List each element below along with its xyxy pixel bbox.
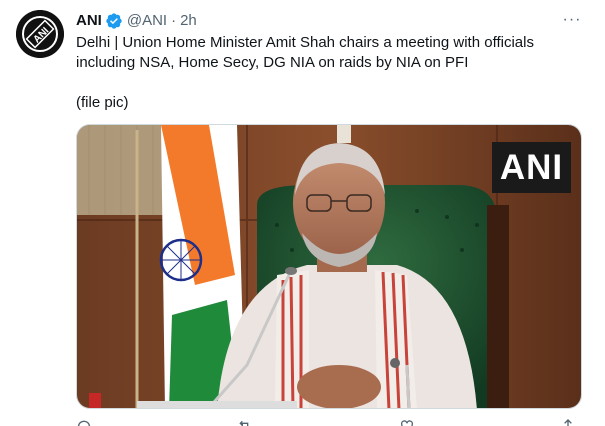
author-name[interactable]: ANI bbox=[76, 11, 102, 31]
share-icon[interactable] bbox=[560, 418, 576, 426]
tweet-text-line: Delhi | Union Home Minister Amit Shah ch… bbox=[76, 34, 534, 51]
tweet-timestamp[interactable]: 2h bbox=[180, 11, 197, 31]
more-options-icon[interactable]: ··· bbox=[560, 10, 584, 30]
tweet-text-line: (file pic) bbox=[76, 94, 129, 111]
tweet-actions bbox=[76, 418, 576, 426]
tweet-header: ANI @ANI · 2h bbox=[76, 11, 197, 31]
photo-scene bbox=[77, 125, 581, 408]
separator-dot: · bbox=[171, 12, 177, 29]
ani-logo-icon: ANI bbox=[16, 10, 64, 58]
like-icon[interactable] bbox=[399, 418, 415, 426]
verified-badge-icon bbox=[106, 13, 122, 29]
author-handle[interactable]: @ANI bbox=[127, 11, 167, 31]
retweet-icon[interactable] bbox=[237, 418, 253, 426]
tweet-card[interactable]: ANI ANI @ANI · 2h ··· Delhi | Union Home… bbox=[0, 0, 605, 426]
tweet-photo[interactable]: ANI bbox=[76, 124, 582, 409]
ani-avatar[interactable]: ANI bbox=[16, 10, 64, 58]
tweet-text: Delhi | Union Home Minister Amit Shah ch… bbox=[76, 33, 576, 113]
reply-icon[interactable] bbox=[76, 418, 92, 426]
tweet-text-line: including NSA, Home Secy, DG NIA on raid… bbox=[76, 54, 469, 71]
